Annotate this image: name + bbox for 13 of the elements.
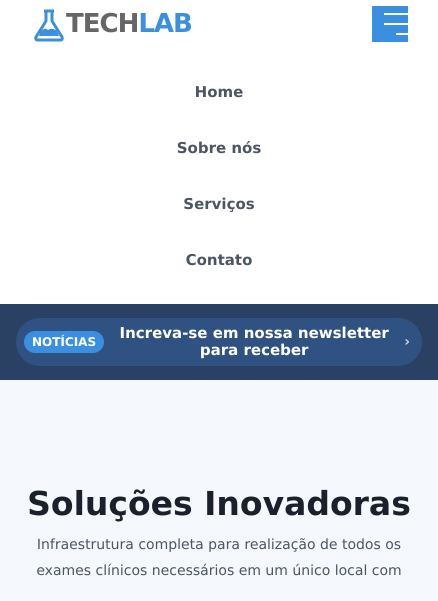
hero-title: Soluções Inovadoras — [27, 483, 411, 525]
menu-button[interactable] — [372, 6, 408, 42]
announcement-banner[interactable]: NOTÍCIAS Increva-se em nossa newsletter para receber › — [16, 318, 422, 366]
news-badge: NOTÍCIAS — [24, 331, 104, 353]
arrow-icon: › — [404, 332, 410, 352]
announcement-text: Increva-se em nossa newsletter para receber — [118, 325, 390, 359]
nav-link[interactable]: Contato — [186, 232, 252, 288]
nav-link[interactable]: Sobre nós — [176, 120, 262, 176]
hero-description: Infraestrutura completa para realização de todos os exames clínicos necessários em um único local com — [35, 536, 403, 581]
nav-link[interactable]: Serviços — [183, 176, 255, 232]
flask-icon — [32, 8, 66, 42]
nav-link[interactable]: Home — [194, 64, 244, 120]
logo-text[interactable]: TECHLAB — [66, 11, 192, 37]
